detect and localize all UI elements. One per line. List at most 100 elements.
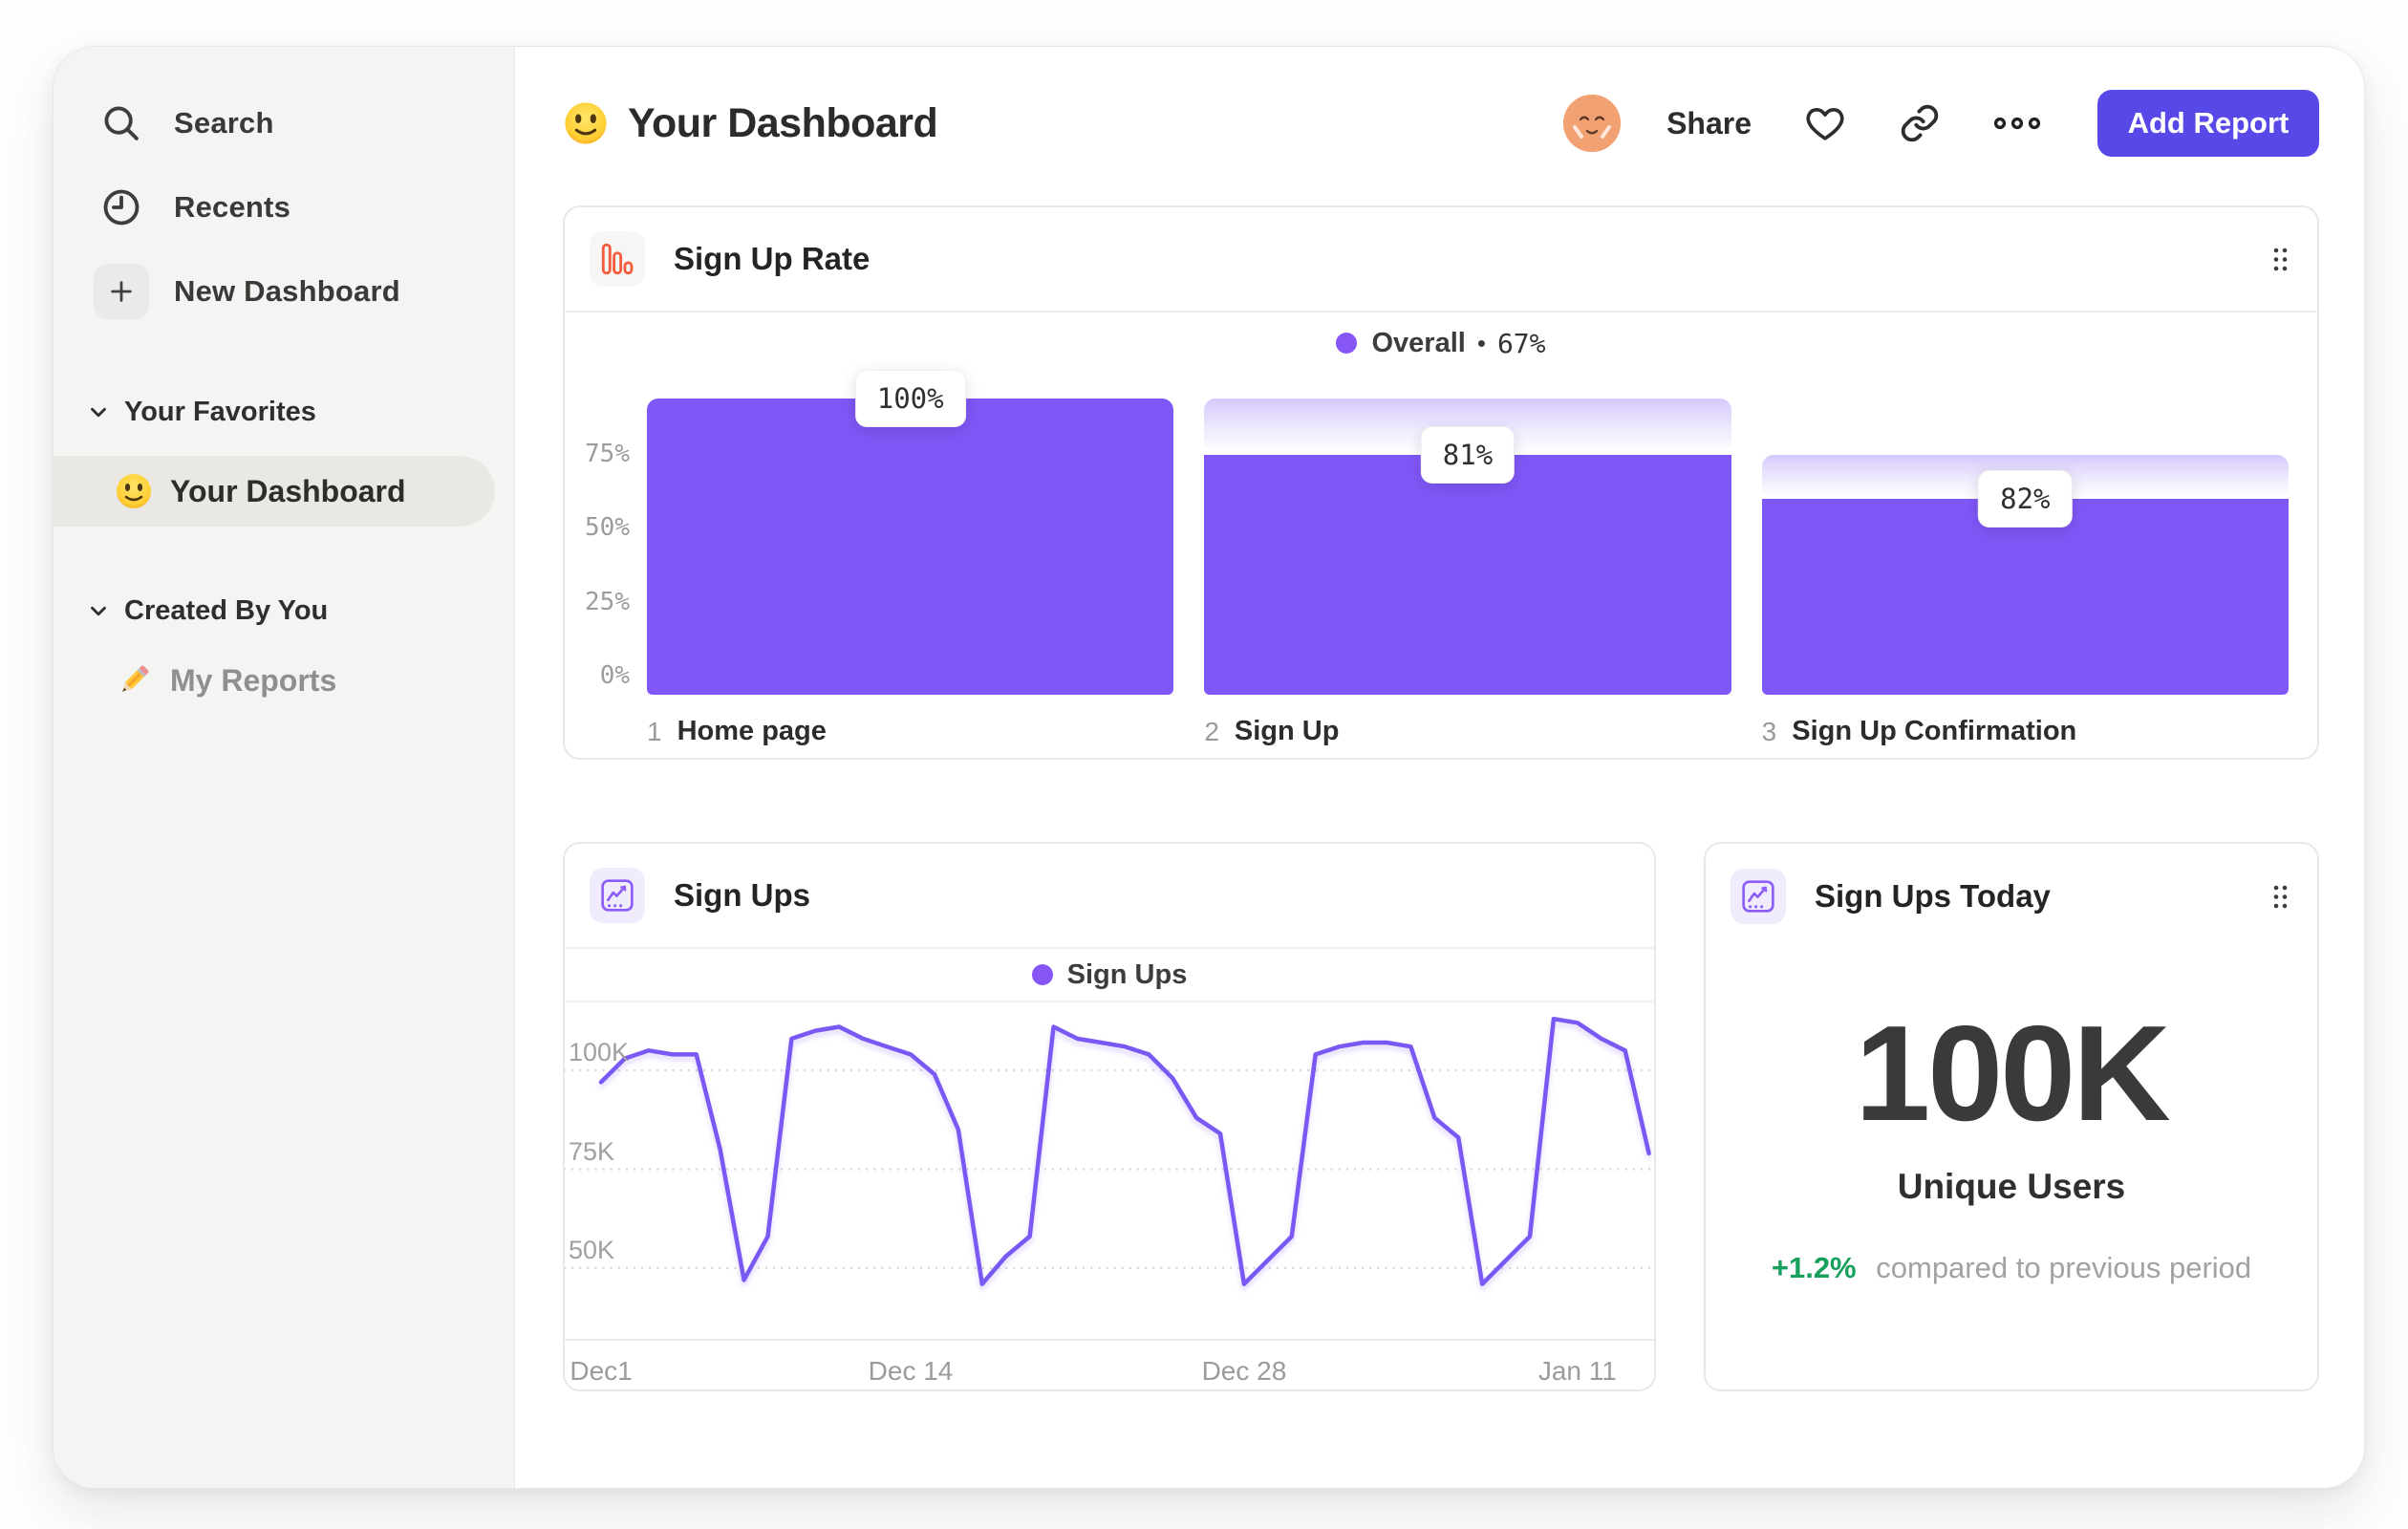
legend-value: 67% — [1496, 327, 1546, 359]
funnel-categories: 1 Home page 2 Sign Up 3 Sign Up Confirmation — [647, 716, 2289, 747]
section-created-by-you[interactable]: Created By You — [54, 588, 514, 634]
funnel-bar — [1204, 454, 1731, 695]
favorite-heart-button[interactable] — [1803, 101, 1847, 145]
sidebar-item-my-reports[interactable]: My Reports — [54, 651, 514, 710]
signups-today-card-header: Sign Ups Today — [1706, 844, 2317, 949]
funnel-y-tick-label: 25% — [585, 587, 630, 616]
smiley-emoji-icon — [565, 102, 607, 144]
signup-rate-card-header: Sign Up Rate — [565, 207, 2317, 312]
section-label: Your Favorites — [124, 396, 316, 427]
section-label: Created By You — [124, 594, 329, 626]
ellipsis-icon — [1993, 117, 2041, 130]
chevron-down-icon — [86, 598, 111, 623]
sidebar-item-label: Search — [174, 106, 274, 140]
delta-note: compared to previous period — [1876, 1251, 2252, 1284]
link-icon — [1901, 104, 1939, 142]
sidebar: Search Recents New Dashboard Your Favori… — [54, 47, 515, 1488]
funnel-column: 82% — [1761, 398, 2289, 695]
line-x-tick-label: Jan 11 — [1537, 1356, 1617, 1386]
signups-chart: 100K 75K 50K — [565, 1002, 1654, 1343]
cards-row: Sign Ups Sign Ups 100K 75K 50K Dec1 Dec 14 D… — [563, 842, 2319, 1391]
line-x-tick-label: Dec 14 — [868, 1356, 954, 1386]
card-title: Sign Ups — [674, 877, 811, 913]
funnel-category-number: 2 — [1204, 716, 1219, 746]
sidebar-item-label: New Dashboard — [174, 274, 400, 308]
metric-value: 100K — [1855, 998, 2170, 1150]
funnel-category-label: Sign Up — [1234, 716, 1340, 746]
chevron-down-icon — [86, 399, 111, 424]
funnel-value-chip: 82% — [1978, 470, 2073, 528]
copy-link-button[interactable] — [1899, 102, 1941, 144]
funnel-category-number: 1 — [647, 716, 662, 746]
header-actions: Share Add Report — [1563, 90, 2319, 157]
legend-separator: • — [1476, 328, 1486, 357]
sidebar-item-new-dashboard[interactable]: New Dashboard — [54, 249, 514, 334]
line-x-tick-label: Dec1 — [570, 1356, 633, 1386]
main-content: Your Dashboard Share Add Report Sign Up … — [515, 47, 2364, 1488]
funnel-value-chip: 100% — [854, 370, 966, 427]
search-icon — [94, 96, 149, 151]
line-y-tick-label: 50K — [569, 1236, 615, 1264]
line-y-tick-label: 75K — [569, 1136, 615, 1166]
funnel-chart-icon — [590, 231, 645, 287]
funnel-value-chip: 81% — [1420, 425, 1516, 484]
funnel-category-number: 3 — [1761, 716, 1777, 746]
metric-body: 100K Unique Users +1.2% compared to prev… — [1706, 949, 2317, 1389]
metric-label: Unique Users — [1897, 1167, 2126, 1206]
sidebar-item-your-dashboard[interactable]: Your Dashboard — [54, 456, 495, 527]
delta-value: +1.2% — [1771, 1251, 1857, 1284]
drag-handle-icon[interactable] — [2272, 247, 2289, 272]
funnel-column: 100% — [647, 370, 1174, 695]
legend-label: Sign Ups — [1066, 958, 1188, 990]
funnel-bar — [1761, 499, 2289, 695]
signups-legend: Sign Ups — [565, 949, 1654, 1002]
legend-dot-icon — [1336, 333, 1358, 354]
legend-label: Overall — [1371, 327, 1466, 358]
line-chart-icon — [1731, 869, 1786, 924]
signups-line-series — [598, 1016, 1651, 1286]
clock-icon — [94, 180, 149, 235]
funnel-category-label: Sign Up Confirmation — [1792, 716, 2077, 746]
funnel-category-label: Home page — [677, 716, 827, 746]
sidebar-item-search[interactable]: Search — [54, 81, 514, 165]
drag-handle-icon[interactable] — [2272, 884, 2289, 910]
signups-card-header: Sign Ups — [565, 844, 1654, 949]
signups-line-svg — [565, 1016, 1654, 1341]
relieved-face-icon — [1563, 95, 1622, 152]
card-title: Sign Ups Today — [1815, 878, 2051, 914]
more-options-button[interactable] — [1992, 112, 2042, 135]
section-your-favorites[interactable]: Your Favorites — [54, 389, 514, 435]
signups-card: Sign Ups Sign Ups 100K 75K 50K Dec1 Dec 14 D… — [563, 842, 1656, 1391]
plus-icon — [94, 264, 149, 319]
line-y-tick-label: 100K — [569, 1038, 630, 1066]
legend-dot-icon — [1031, 964, 1053, 985]
smiley-emoji-icon — [117, 474, 151, 508]
card-title: Sign Up Rate — [674, 241, 871, 276]
page-title: Your Dashboard — [628, 99, 938, 146]
metric-delta-row: +1.2% compared to previous period — [1772, 1251, 2251, 1285]
add-report-button[interactable]: Add Report — [2097, 90, 2319, 157]
funnel-chart: 100% 81% 82% 75% 50% 25% 0% 1 Home page 2 Sign Up… — [585, 370, 2289, 747]
sidebar-item-label: My Reports — [170, 662, 337, 698]
share-button[interactable]: Share — [1666, 106, 1752, 141]
funnel-plot: 100% 81% 82% 75% 50% 25% 0% — [585, 370, 2289, 695]
dashboard-header: Your Dashboard Share Add Report — [563, 89, 2319, 158]
pencil-emoji-icon — [121, 665, 149, 693]
funnel-y-tick-label: 75% — [585, 439, 630, 468]
funnel-category: 2 Sign Up — [1204, 716, 1731, 747]
signups-today-card: Sign Ups Today 100K Unique Users +1.2% c… — [1704, 842, 2319, 1391]
app-window: Search Recents New Dashboard Your Favori… — [53, 46, 2365, 1489]
signup-rate-card: Sign Up Rate Overall • 67% 100% 81% 82% 75%… — [563, 205, 2319, 760]
funnel-column: 81% — [1204, 398, 1731, 695]
line-x-tick-label: Dec 28 — [1201, 1356, 1287, 1386]
funnel-y-tick-label: 50% — [585, 513, 630, 542]
line-chart-icon — [590, 868, 645, 923]
funnel-y-tick-label: 0% — [599, 661, 630, 690]
sidebar-item-recents[interactable]: Recents — [54, 165, 514, 249]
funnel-category: 3 Sign Up Confirmation — [1762, 716, 2289, 747]
signups-x-labels: Dec1 Dec 14 Dec 28 Jan 11 — [565, 1343, 1654, 1389]
avatar[interactable] — [1563, 95, 1622, 152]
sidebar-item-label: Recents — [174, 190, 291, 224]
funnel-bar — [647, 398, 1174, 695]
funnel-category: 1 Home page — [647, 716, 1173, 747]
